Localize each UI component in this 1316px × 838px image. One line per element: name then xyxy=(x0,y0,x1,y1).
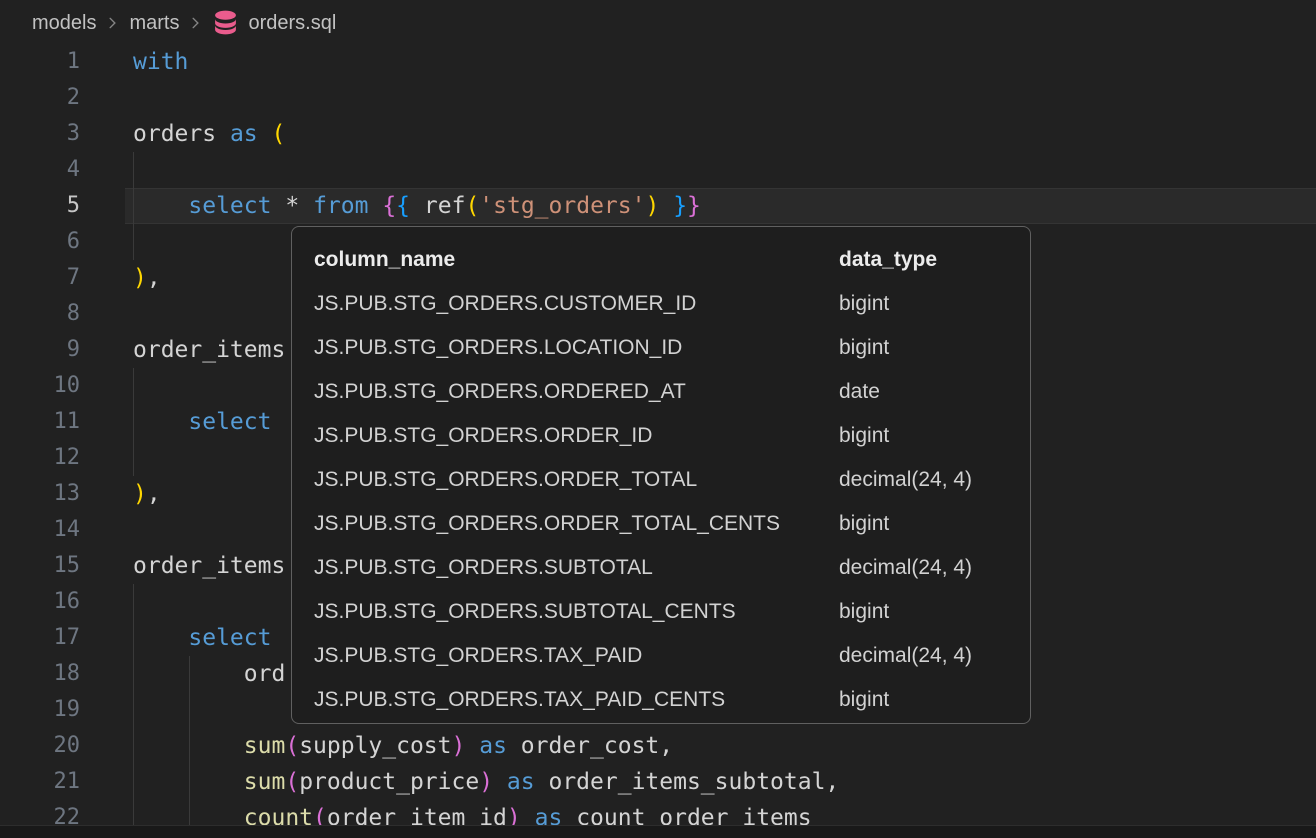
code-text: with xyxy=(133,44,188,80)
panel-divider xyxy=(0,825,1316,838)
code-line[interactable]: 21 sum(product_price) as order_items_sub… xyxy=(0,764,1316,800)
code-text: select * from {{ ref('stg_orders') }} xyxy=(133,188,701,224)
column-name-cell: JS.PUB.STG_ORDERS.CUSTOMER_ID xyxy=(314,282,839,326)
code-line[interactable]: 3 orders as ( xyxy=(0,116,1316,152)
column-info-table: column_namedata_typeJS.PUB.STG_ORDERS.CU… xyxy=(314,238,1030,722)
line-number: 17 xyxy=(0,620,80,656)
code-text: sum(supply_cost) as order_cost, xyxy=(133,728,673,764)
indent-guide xyxy=(133,692,134,728)
column-name-cell: JS.PUB.STG_ORDERS.ORDER_TOTAL_CENTS xyxy=(314,502,839,546)
data-type-cell: decimal(24, 4) xyxy=(839,546,1030,590)
column-name-cell: JS.PUB.STG_ORDERS.LOCATION_ID xyxy=(314,326,839,370)
database-icon xyxy=(213,10,238,36)
breadcrumb-item-file[interactable]: orders.sql xyxy=(248,12,336,35)
line-number: 2 xyxy=(0,80,80,116)
breadcrumb: models marts orders.sql xyxy=(32,8,336,38)
data-type-cell: date xyxy=(839,370,1030,414)
editor-window: models marts orders.sql 1 with 23 orders as… xyxy=(0,0,1316,838)
data-type-cell: bigint xyxy=(839,282,1030,326)
indent-guide xyxy=(133,584,134,620)
code-line[interactable]: 20 sum(supply_cost) as order_cost, xyxy=(0,728,1316,764)
column-name-cell: JS.PUB.STG_ORDERS.ORDER_TOTAL xyxy=(314,458,839,502)
line-number: 15 xyxy=(0,548,80,584)
breadcrumb-item-models[interactable]: models xyxy=(32,12,96,35)
column-name-cell: JS.PUB.STG_ORDERS.TAX_PAID_CENTS xyxy=(314,678,839,722)
indent-guide xyxy=(133,440,134,476)
code-text: order_items xyxy=(133,548,285,584)
code-text: ), xyxy=(133,476,161,512)
line-number: 9 xyxy=(0,332,80,368)
indent-guide xyxy=(133,368,134,404)
indent-guide xyxy=(189,692,190,728)
data-type-cell: bigint xyxy=(839,326,1030,370)
data-type-cell: decimal(24, 4) xyxy=(839,634,1030,678)
data-type-cell: bigint xyxy=(839,502,1030,546)
column-name-cell: JS.PUB.STG_ORDERS.SUBTOTAL xyxy=(314,546,839,590)
line-number: 3 xyxy=(0,116,80,152)
code-text: select xyxy=(133,404,271,440)
line-number: 12 xyxy=(0,440,80,476)
code-text: select xyxy=(133,620,271,656)
code-line[interactable]: 4 xyxy=(0,152,1316,188)
line-number: 6 xyxy=(0,224,80,260)
line-number: 16 xyxy=(0,584,80,620)
line-number: 4 xyxy=(0,152,80,188)
column-name-cell: JS.PUB.STG_ORDERS.SUBTOTAL_CENTS xyxy=(314,590,839,634)
line-number: 5 xyxy=(0,188,80,224)
data-type-cell: bigint xyxy=(839,414,1030,458)
popup-header-column-name: column_name xyxy=(314,238,839,282)
line-number: 18 xyxy=(0,656,80,692)
data-type-cell: bigint xyxy=(839,590,1030,634)
line-number: 10 xyxy=(0,368,80,404)
line-number: 13 xyxy=(0,476,80,512)
code-text: ord xyxy=(133,656,285,692)
code-text: orders as ( xyxy=(133,116,285,152)
indent-guide xyxy=(133,152,134,188)
line-number: 21 xyxy=(0,764,80,800)
breadcrumb-item-marts[interactable]: marts xyxy=(129,12,179,35)
code-text: order_items xyxy=(133,332,285,368)
line-number: 7 xyxy=(0,260,80,296)
chevron-right-icon xyxy=(188,15,203,31)
indent-guide xyxy=(133,224,134,260)
code-text: sum(product_price) as order_items_subtot… xyxy=(133,764,839,800)
code-line[interactable]: 2 xyxy=(0,80,1316,116)
column-name-cell: JS.PUB.STG_ORDERS.ORDERED_AT xyxy=(314,370,839,414)
column-name-cell: JS.PUB.STG_ORDERS.TAX_PAID xyxy=(314,634,839,678)
chevron-right-icon xyxy=(105,15,120,31)
line-number: 20 xyxy=(0,728,80,764)
line-number: 1 xyxy=(0,44,80,80)
code-line[interactable]: 5 select * from {{ ref('stg_orders') }} xyxy=(0,188,1316,224)
line-number: 19 xyxy=(0,692,80,728)
column-info-popup: column_namedata_typeJS.PUB.STG_ORDERS.CU… xyxy=(291,226,1031,724)
line-number: 8 xyxy=(0,296,80,332)
code-line[interactable]: 1 with xyxy=(0,44,1316,80)
line-number: 14 xyxy=(0,512,80,548)
data-type-cell: bigint xyxy=(839,678,1030,722)
code-text: ), xyxy=(133,260,161,296)
line-number: 11 xyxy=(0,404,80,440)
data-type-cell: decimal(24, 4) xyxy=(839,458,1030,502)
column-name-cell: JS.PUB.STG_ORDERS.ORDER_ID xyxy=(314,414,839,458)
popup-header-data-type: data_type xyxy=(839,238,1030,282)
